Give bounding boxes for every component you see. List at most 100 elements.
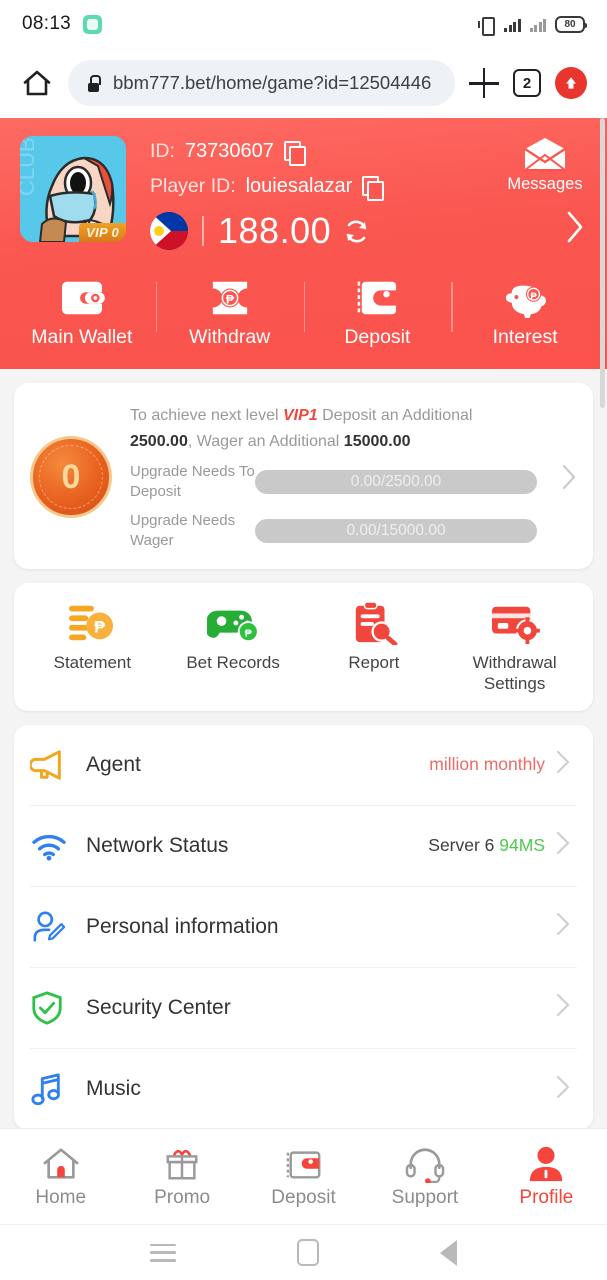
home-icon[interactable]	[20, 66, 54, 100]
menu-item-agent[interactable]: Agent million monthly	[30, 725, 577, 806]
withdraw-ticket-icon: ₱	[212, 281, 247, 315]
wallet-action-interest[interactable]: ₱ Interest	[451, 278, 599, 349]
avatar[interactable]: CLUB VIP 0	[20, 136, 126, 242]
quick-action-label: Report	[348, 653, 400, 673]
quick-action-statement[interactable]: ₱ Statement	[22, 601, 163, 695]
bottom-navigation: Home Promo Deposit Support Profile	[0, 1128, 607, 1224]
balance-amount: 188.00	[218, 210, 332, 251]
nav-item-label: Deposit	[271, 1186, 336, 1208]
home-square-icon[interactable]	[296, 1239, 319, 1266]
id-label: ID:	[150, 140, 175, 162]
tab-count: 2	[522, 74, 532, 92]
chevron-right-icon	[555, 911, 577, 942]
nav-item-label: Promo	[154, 1186, 211, 1208]
signal-bars-icon-secondary	[529, 16, 546, 32]
menu-item-network-status[interactable]: Network Status Server 6 94MS	[30, 806, 577, 887]
vip-medal-level: 0	[61, 457, 81, 496]
recent-apps-icon[interactable]	[150, 1243, 177, 1262]
settings-menu-card: Agent million monthly Network Status Ser…	[14, 724, 593, 1130]
header-chevron-right-icon[interactable]	[565, 210, 585, 249]
player-id-label: Player ID:	[150, 175, 236, 197]
quick-action-label: Statement	[53, 653, 132, 673]
status-bar-clock: 08:13	[22, 13, 72, 34]
vip-wager-needed: 15000.00	[343, 432, 411, 450]
statement-coins-icon: ₱	[69, 605, 114, 641]
network-status-value: Server 6 94MS	[428, 835, 545, 856]
wager-progress-row: Upgrade Needs Wager 0.00/15000.00	[130, 511, 537, 552]
lock-icon	[86, 74, 101, 92]
nav-item-support[interactable]: Support	[364, 1145, 485, 1209]
phone-screen: 08:13 80 bbm777.bet/home/game?id=1250444…	[0, 0, 607, 1280]
nav-item-profile[interactable]: Profile	[486, 1145, 607, 1209]
quick-action-label: Bet Records	[186, 653, 280, 673]
battery-icon: 80	[555, 15, 587, 33]
menu-item-label: Security Center	[86, 995, 231, 1019]
latency-value: 94MS	[499, 835, 545, 856]
wallet-action-label: Deposit	[344, 326, 411, 348]
svg-text:CLUB: CLUB	[20, 137, 39, 196]
address-bar[interactable]: bbm777.bet/home/game?id=12504446	[68, 60, 455, 106]
deposit-wallet-icon	[358, 281, 397, 315]
wallet-action-main-wallet[interactable]: Main Wallet	[8, 278, 156, 349]
chevron-right-icon	[555, 992, 577, 1023]
deposit-progress-bar: 0.00/2500.00	[255, 470, 537, 495]
copy-icon[interactable]	[362, 175, 385, 201]
menu-item-label: Music	[86, 1077, 141, 1101]
profile-content: 0 To achieve next level VIP1 Deposit an …	[0, 383, 607, 1130]
divider	[202, 216, 204, 246]
menu-item-personal-information[interactable]: Personal information	[30, 887, 577, 968]
quick-action-bet-records[interactable]: ₱ Bet Records	[163, 601, 304, 695]
svg-text:₱: ₱	[531, 291, 538, 302]
signal-bars-icon	[504, 16, 521, 32]
wallet-icon	[61, 281, 105, 315]
profile-header: CLUB VIP 0 ID: 73730607 Player ID: louie…	[0, 118, 607, 369]
deposit-progress-value: 0.00/2500.00	[350, 473, 442, 491]
vip-text-mid: Deposit an Additional	[317, 407, 473, 424]
vip-medal-icon: 0	[30, 436, 112, 519]
opera-menu-icon[interactable]	[555, 67, 587, 99]
plus-icon[interactable]	[469, 68, 499, 98]
balance-row: 188.00	[150, 210, 587, 252]
copy-icon[interactable]	[283, 140, 306, 166]
menu-item-security-center[interactable]: Security Center	[30, 968, 577, 1049]
megaphone-icon	[30, 749, 86, 781]
battery-level: 80	[564, 18, 576, 30]
quick-action-withdrawal-settings[interactable]: Withdrawal Settings	[444, 601, 585, 695]
wallet-icon	[286, 1150, 320, 1179]
chevron-right-icon	[555, 749, 577, 780]
menu-item-label: Agent	[86, 752, 141, 776]
quick-action-report[interactable]: Report	[304, 601, 445, 695]
menu-item-label: Network Status	[86, 833, 229, 857]
menu-item-music[interactable]: Music	[30, 1049, 577, 1130]
chevron-right-icon	[555, 830, 577, 861]
id-value: 73730607	[184, 140, 274, 162]
android-navigation-bar	[0, 1224, 607, 1280]
report-search-icon	[355, 601, 398, 646]
card-settings-icon	[491, 606, 540, 645]
svg-text:₱: ₱	[245, 628, 253, 640]
nav-item-home[interactable]: Home	[0, 1145, 121, 1209]
headset-icon	[405, 1147, 445, 1183]
quick-actions-card: ₱ Statement ₱ Bet Records Report Withdra…	[14, 583, 593, 711]
refresh-icon[interactable]	[343, 218, 370, 245]
vip-card-chevron-right-icon[interactable]	[537, 463, 577, 491]
page-scrollbar[interactable]	[600, 118, 605, 408]
vip-next-level: VIP1	[282, 407, 318, 424]
vip-deposit-needed: 2500.00	[130, 432, 188, 450]
vip-card-body: To achieve next level VIP1 Deposit an Ad…	[112, 403, 537, 551]
back-triangle-icon[interactable]	[439, 1239, 457, 1266]
home-icon	[43, 1147, 79, 1179]
svg-text:₱: ₱	[95, 619, 106, 637]
tab-counter-button[interactable]: 2	[513, 69, 541, 97]
nav-item-promo[interactable]: Promo	[121, 1145, 242, 1209]
wallet-actions: Main Wallet ₱ Withdraw Deposit ₱ Interes…	[0, 278, 607, 349]
wallet-action-withdraw[interactable]: ₱ Withdraw	[155, 278, 304, 349]
wager-progress-label: Upgrade Needs Wager	[130, 511, 236, 549]
server-name: Server 6	[428, 835, 495, 856]
gift-icon	[166, 1149, 198, 1179]
messages-button[interactable]: Messages	[497, 136, 593, 194]
nav-item-deposit[interactable]: Deposit	[243, 1145, 364, 1209]
vip-upgrade-text: To achieve next level VIP1 Deposit an Ad…	[130, 403, 537, 454]
vip-progress-card[interactable]: 0 To achieve next level VIP1 Deposit an …	[14, 383, 593, 570]
wallet-action-deposit[interactable]: Deposit	[303, 278, 452, 349]
